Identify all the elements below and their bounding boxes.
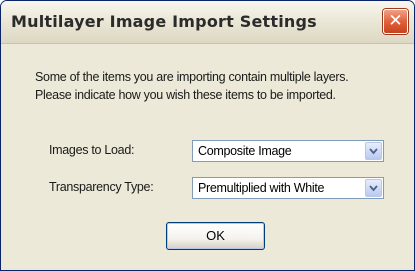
dialog-title: Multilayer Image Import Settings — [11, 12, 317, 31]
images-to-load-label: Images to Load: — [49, 143, 135, 157]
transparency-type-label: Transparency Type: — [49, 180, 154, 194]
title-bar[interactable]: Multilayer Image Import Settings ✕ — [1, 1, 414, 44]
import-settings-dialog: Multilayer Image Import Settings ✕ Some … — [0, 0, 415, 271]
dialog-message: Some of the items you are importing cont… — [35, 68, 349, 104]
images-to-load-select[interactable]: Composite Image — [192, 140, 384, 162]
transparency-type-select[interactable]: Premultiplied with White — [192, 177, 384, 199]
chevron-down-icon[interactable] — [365, 142, 382, 160]
ok-button[interactable]: OK — [166, 222, 265, 250]
close-icon: ✕ — [388, 11, 403, 31]
images-to-load-value: Composite Image — [198, 144, 292, 158]
chevron-down-icon[interactable] — [365, 179, 382, 197]
transparency-type-value: Premultiplied with White — [198, 181, 325, 195]
dialog-body: Some of the items you are importing cont… — [1, 44, 414, 270]
close-button[interactable]: ✕ — [383, 9, 408, 34]
message-line-1: Some of the items you are importing cont… — [35, 70, 349, 84]
message-line-2: Please indicate how you wish these items… — [35, 88, 336, 102]
